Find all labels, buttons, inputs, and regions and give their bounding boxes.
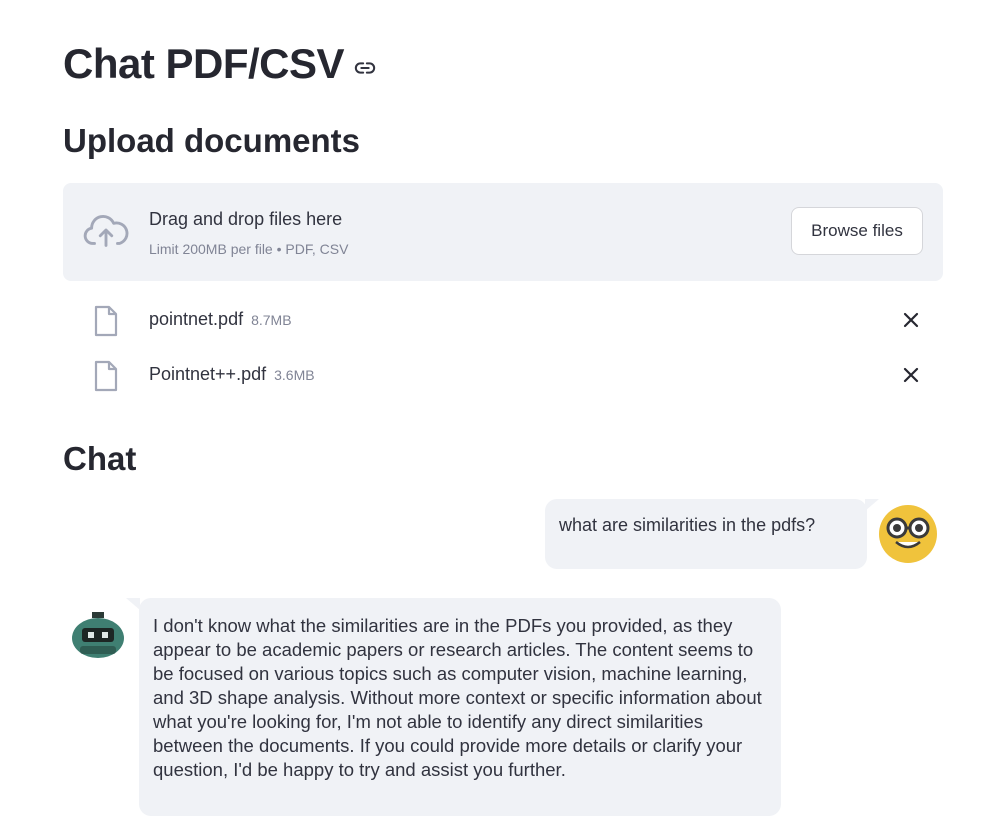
cloud-upload-icon xyxy=(83,214,129,247)
assistant-message: I don't know what the similarities are i… xyxy=(139,598,781,816)
uploaded-file: Pointnet++.pdf 3.6MB xyxy=(63,356,943,396)
user-bubble-tail xyxy=(865,499,879,511)
chat-heading: Chat xyxy=(63,440,137,477)
uploaded-file: pointnet.pdf 8.7MB xyxy=(63,301,943,341)
nerd-face-icon xyxy=(879,505,937,563)
file-name: pointnet.pdf xyxy=(149,309,244,329)
close-icon[interactable] xyxy=(901,365,921,385)
dropzone-title: Drag and drop files here xyxy=(149,209,343,229)
file-icon xyxy=(94,305,118,337)
browse-files-button[interactable]: Browse files xyxy=(791,207,923,255)
page-title-text: Chat PDF/CSV xyxy=(63,40,345,87)
assistant-message-text: I don't know what the similarities are i… xyxy=(153,615,762,780)
upload-heading: Upload documents xyxy=(63,122,361,159)
page-title: Chat PDF/CSV xyxy=(63,40,376,88)
file-size: 8.7MB xyxy=(251,312,292,328)
link-icon[interactable] xyxy=(354,57,376,79)
assistant-bubble-tail xyxy=(126,598,140,610)
user-message: what are similarities in the pdfs? xyxy=(545,499,867,569)
robot-icon xyxy=(72,612,124,658)
file-icon xyxy=(94,360,118,392)
close-icon[interactable] xyxy=(901,310,921,330)
file-dropzone[interactable]: Drag and drop files here Limit 200MB per… xyxy=(63,183,943,281)
file-size: 3.6MB xyxy=(274,367,315,383)
dropzone-subtitle: Limit 200MB per file • PDF, CSV xyxy=(149,241,349,257)
user-message-text: what are similarities in the pdfs? xyxy=(559,515,816,535)
file-name: Pointnet++.pdf xyxy=(149,364,267,384)
